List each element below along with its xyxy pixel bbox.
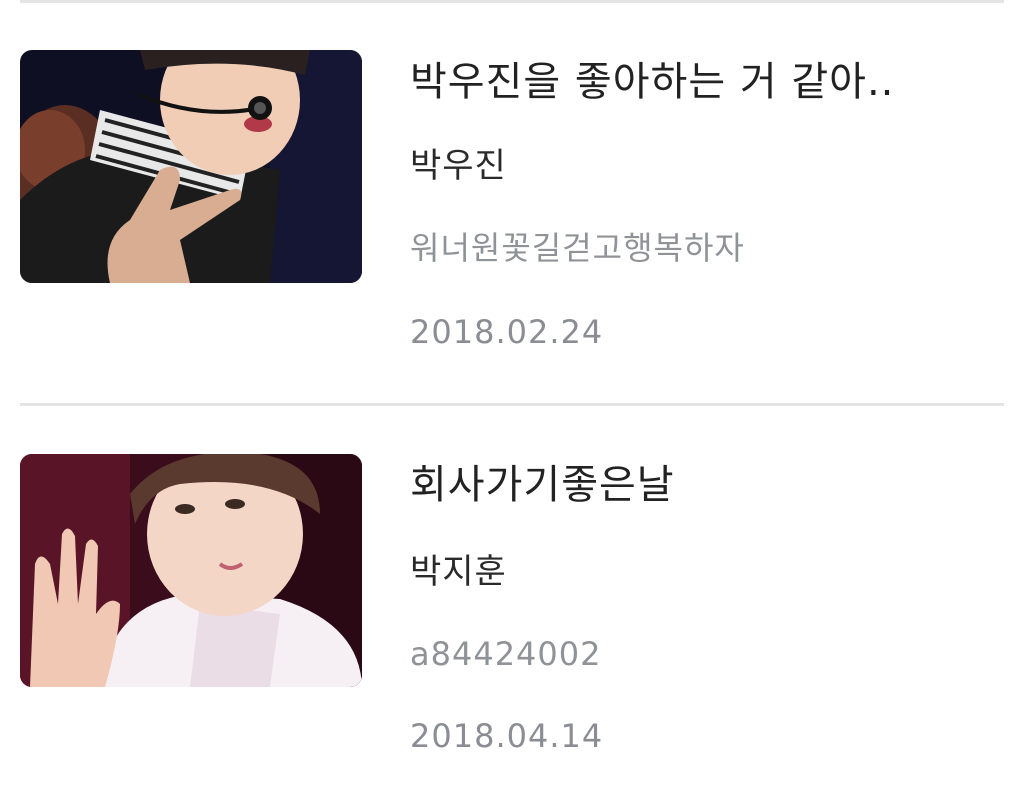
story-list-item[interactable]: 박우진을 좋아하는 거 같아.. 박우진 워너원꽃길걷고행복하자 2018.02… — [0, 0, 1024, 400]
story-thumbnail[interactable] — [20, 50, 362, 283]
story-title[interactable]: 박우진을 좋아하는 거 같아.. — [410, 58, 894, 106]
story-title[interactable]: 회사가기좋은날 — [410, 461, 675, 509]
story-date: 2018.02.24 — [410, 313, 604, 351]
story-thumbnail[interactable] — [20, 454, 362, 687]
story-character: 박우진 — [410, 146, 507, 186]
story-writer[interactable]: a84424002 — [410, 634, 601, 674]
story-character: 박지훈 — [410, 552, 507, 592]
story-writer[interactable]: 워너원꽃길걷고행복하자 — [410, 228, 745, 268]
story-list-item[interactable]: 회사가기좋은날 박지훈 a84424002 2018.04.14 — [0, 405, 1024, 805]
story-date: 2018.04.14 — [410, 717, 604, 755]
